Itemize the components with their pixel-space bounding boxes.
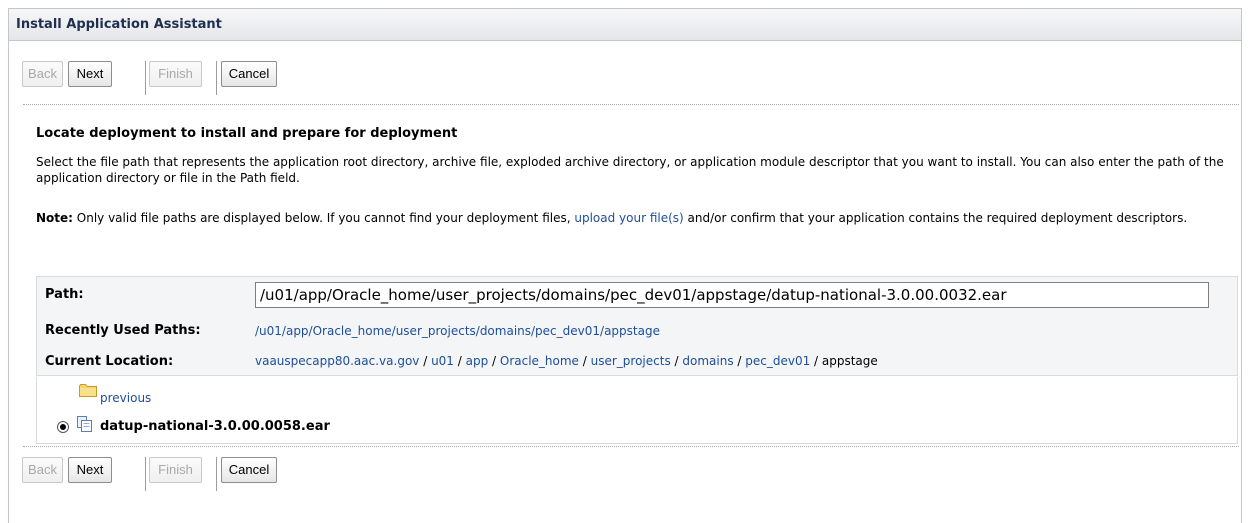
file-radio[interactable] (57, 421, 69, 433)
file-name: datup-national-3.0.00.0058.ear (100, 419, 330, 434)
divider (23, 104, 1239, 105)
cancel-button[interactable]: Cancel (221, 457, 277, 483)
crumb-app[interactable]: app (466, 354, 489, 368)
button-separator (216, 457, 217, 491)
crumb-u01[interactable]: u01 (431, 354, 454, 368)
file-list: previous datup-national-3.0.00.0058.ear (36, 377, 1238, 444)
button-separator (216, 61, 217, 95)
path-label: Path: (45, 287, 84, 302)
crumb-user-projects[interactable]: user_projects (591, 354, 671, 368)
divider (23, 446, 1239, 447)
recent-paths-label: Recently Used Paths: (45, 323, 201, 338)
crumb-separator: / (419, 354, 432, 368)
note-text-after: and/or confirm that your application con… (683, 211, 1188, 225)
current-location-breadcrumb: vaauspecapp80.aac.va.gov / u01 / app / O… (255, 354, 878, 368)
next-button[interactable]: Next (68, 457, 112, 483)
note-label: Note: (36, 211, 73, 225)
panel-title: Install Application Assistant (9, 9, 1241, 41)
crumb-oracle-home[interactable]: Oracle_home (500, 354, 579, 368)
section-heading: Locate deployment to install and prepare… (36, 126, 458, 141)
finish-button[interactable]: Finish (149, 61, 202, 87)
finish-button[interactable]: Finish (149, 457, 202, 483)
description-text: Select the file path that represents the… (36, 155, 1224, 185)
crumb-separator: / (810, 354, 822, 368)
current-location-label: Current Location: (45, 354, 174, 369)
crumb-separator: / (578, 354, 591, 368)
note-text: Note: Only valid file paths are displaye… (36, 210, 1231, 226)
note-text-before: Only valid file paths are displayed belo… (72, 211, 575, 225)
crumb-host[interactable]: vaauspecapp80.aac.va.gov (255, 354, 419, 368)
crumb-pec-dev01[interactable]: pec_dev01 (745, 354, 810, 368)
previous-folder-link[interactable]: previous (100, 391, 151, 405)
back-button[interactable]: Back (22, 457, 63, 483)
crumb-separator: / (733, 354, 746, 368)
path-panel: Path: Recently Used Paths: /u01/app/Orac… (36, 276, 1238, 376)
archive-file-icon (77, 416, 92, 432)
cancel-button[interactable]: Cancel (221, 61, 277, 87)
install-assistant-panel: Install Application Assistant Back Next … (8, 8, 1242, 523)
next-button[interactable]: Next (68, 61, 112, 87)
back-button[interactable]: Back (22, 61, 63, 87)
crumb-domains[interactable]: domains (682, 354, 733, 368)
folder-icon[interactable] (79, 384, 97, 397)
button-separator (145, 457, 146, 491)
crumb-separator: / (453, 354, 466, 368)
crumb-separator: / (670, 354, 683, 368)
crumb-separator: / (488, 354, 500, 368)
recent-path-link[interactable]: /u01/app/Oracle_home/user_projects/domai… (255, 324, 660, 338)
crumb-current: appstage (821, 354, 878, 368)
upload-files-link[interactable]: upload your file(s) (574, 211, 683, 225)
path-input[interactable] (255, 282, 1209, 308)
button-separator (145, 61, 146, 95)
